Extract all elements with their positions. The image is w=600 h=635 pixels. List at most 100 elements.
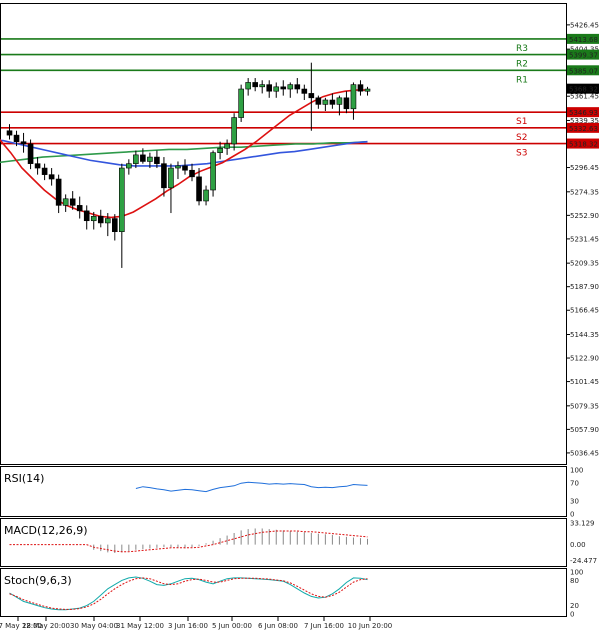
price-tick-label: 5057.90 <box>570 426 599 434</box>
candle-bear <box>83 210 90 222</box>
candle-bear <box>189 169 195 178</box>
candle-bull <box>104 218 111 224</box>
price-tick-label: 5426.45 <box>570 21 599 29</box>
time-tick-label: 28 May 20:00 <box>22 622 70 630</box>
g-stoch-label: Stoch(9,6,3) <box>4 574 72 587</box>
candle-bear <box>182 165 188 171</box>
pivot-label-s2: S2 <box>516 133 527 143</box>
g-macd-tick-label: -24.477 <box>570 557 597 565</box>
candle-bear <box>329 99 336 105</box>
price-tag-text: 5332.63 <box>569 125 598 133</box>
g-stoch-tick-label: 80 <box>570 577 579 585</box>
g-rsi-tick-label: 70 <box>570 480 579 488</box>
candle-bear <box>97 216 104 224</box>
price-tick-label: 5274.35 <box>570 188 599 196</box>
candle-bull <box>287 84 294 90</box>
candle-bear <box>34 163 41 169</box>
candle-bear <box>48 174 55 180</box>
g-macd-label: MACD(12,26,9) <box>4 524 88 537</box>
candle-bear <box>301 88 308 94</box>
price-tag-text: 5368.32 <box>569 86 598 94</box>
g-macd-tick-label: 33.129 <box>570 520 595 528</box>
candle-bear <box>343 97 350 110</box>
price-tick-label: 5079.35 <box>570 402 599 410</box>
rsi-panel-frame <box>0 466 567 517</box>
candle-bear <box>55 178 62 206</box>
time-axis: 27 May 12:0028 May 20:0030 May 04:0031 M… <box>0 617 392 630</box>
candle-bear <box>140 154 146 162</box>
candle-bear <box>294 84 301 90</box>
candle-bull <box>210 152 216 191</box>
price-tick-label: 5036.45 <box>570 449 599 457</box>
price-tick-label: 5361.45 <box>570 93 599 101</box>
price-tick-label: 5144.35 <box>570 331 599 339</box>
pivot-label-r1: R1 <box>516 75 528 85</box>
candle-bull <box>175 165 181 169</box>
price-chart[interactable]: R3R2R1S1S2S3 5426.455404.355383.105361.4… <box>0 0 600 635</box>
candle-bear <box>41 167 48 175</box>
time-tick-label: 31 May 12:00 <box>116 622 164 630</box>
candle-bull <box>273 86 280 92</box>
g-rsi-tick-label: 30 <box>570 497 579 505</box>
candle-bull <box>133 154 139 164</box>
candle-bull <box>336 97 343 105</box>
candle-bear <box>13 134 20 143</box>
candle-bull <box>147 156 153 162</box>
candle-bull <box>224 143 230 149</box>
price-tick-label: 5187.90 <box>570 283 599 291</box>
time-tick-label: 3 Jun 16:00 <box>168 622 208 630</box>
candle-bear <box>266 84 273 92</box>
price-tag-text: 5399.37 <box>569 52 598 60</box>
candle-bull <box>203 189 209 202</box>
price-tick-label: 5209.35 <box>570 260 599 268</box>
candle-bull <box>119 167 125 233</box>
candle-bear <box>27 143 34 164</box>
g-rsi-label: RSI(14) <box>4 472 44 485</box>
price-tag-text: 5385.07 <box>569 67 598 75</box>
g-stoch-tick-label: 20 <box>570 602 579 610</box>
time-tick-label: 10 Jun 20:00 <box>348 622 392 630</box>
candle-bull <box>231 117 237 145</box>
candle-bear <box>154 156 160 164</box>
candle-bull <box>217 147 223 153</box>
price-tag-text: 5413.68 <box>569 36 598 44</box>
price-tick-label: 5252.90 <box>570 212 599 220</box>
candle-bear <box>111 218 118 233</box>
price-tag-text: 5318.32 <box>569 141 598 149</box>
g-rsi-tick-label: 0 <box>570 511 574 519</box>
price-tick-label: 5231.45 <box>570 235 599 243</box>
candle-bear <box>196 176 202 202</box>
pivot-label-s3: S3 <box>516 149 527 159</box>
time-tick-label: 30 May 04:00 <box>70 622 118 630</box>
price-tick-label: 5166.45 <box>570 307 599 315</box>
g-stoch-tick-label: 0 <box>570 611 574 619</box>
candle-bear <box>69 198 76 206</box>
candle-bear <box>280 86 287 90</box>
candle-bull <box>322 99 329 105</box>
candle-bear <box>315 97 322 105</box>
pivot-label-s1: S1 <box>516 117 527 127</box>
g-rsi-tick-label: 100 <box>570 467 583 475</box>
price-tick-label: 5122.90 <box>570 355 599 363</box>
price-tag-text: 5346.93 <box>569 109 598 117</box>
candle-bear <box>6 130 13 136</box>
pivot-label-r2: R2 <box>516 60 528 70</box>
candle-bull <box>62 198 69 206</box>
stoch-panel-frame <box>0 568 567 617</box>
candle-bull <box>168 167 174 189</box>
price-tick-label: 5296.45 <box>570 164 599 172</box>
time-tick-label: 5 Jun 00:00 <box>212 622 252 630</box>
candle-bear <box>357 84 364 92</box>
pivot-label-r3: R3 <box>516 44 528 54</box>
main-panel-frame <box>0 3 567 465</box>
g-macd-tick-label: 0.00 <box>570 541 586 549</box>
price-tags: 5413.68 5399.37 5385.07 5368.32 5346.93 5332.… <box>567 33 599 149</box>
candle-bull <box>350 84 357 110</box>
candle-bear <box>308 93 315 99</box>
candle-bear <box>76 205 83 212</box>
candle-bear <box>161 163 167 189</box>
candle-bull <box>238 88 244 118</box>
candle-bear <box>252 82 258 88</box>
candle-bull <box>364 88 371 92</box>
candle-bull <box>245 82 251 90</box>
